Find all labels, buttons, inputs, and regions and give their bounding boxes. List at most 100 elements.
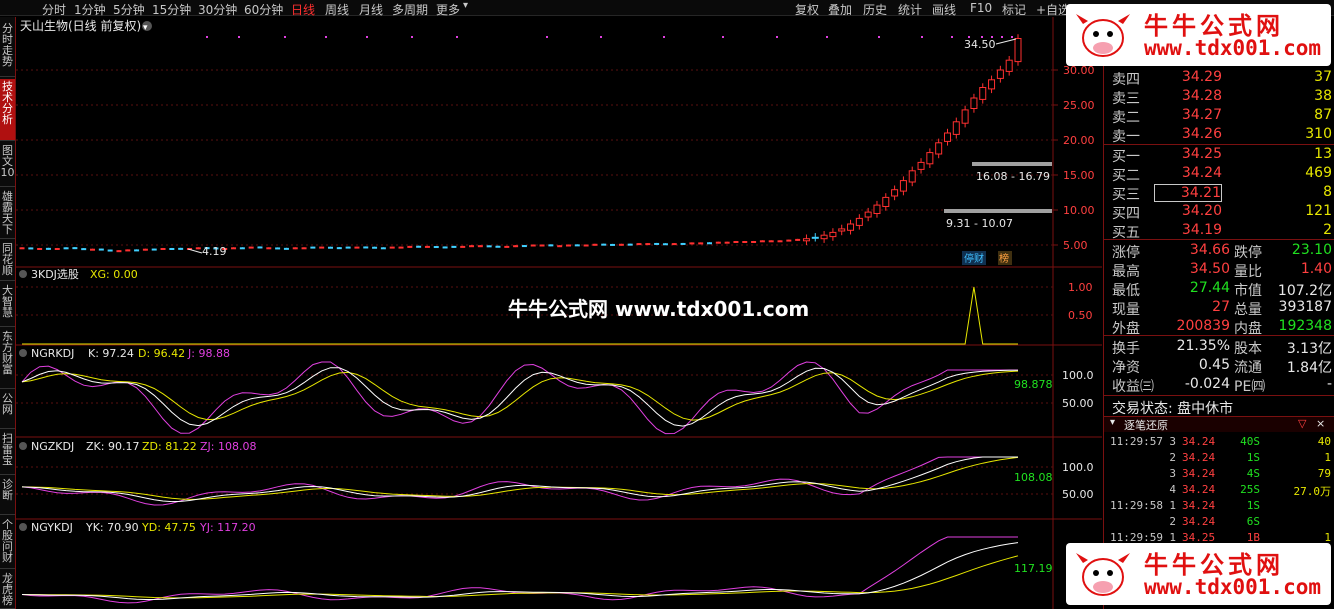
bid-volume: 469 bbox=[1305, 165, 1332, 181]
candle-body bbox=[530, 244, 536, 247]
candle-body bbox=[610, 243, 616, 246]
high-price-label: 34.50 bbox=[964, 38, 996, 51]
ngz-legend-d: ZD: 81.22 bbox=[142, 440, 197, 453]
center-watermark: 牛牛公式网 www.tdx001.com bbox=[508, 297, 810, 321]
candle-body bbox=[795, 238, 801, 241]
bid-row[interactable]: 买三 34.21 8 bbox=[1104, 183, 1334, 203]
candle-body bbox=[372, 246, 378, 249]
candle-body bbox=[680, 242, 686, 245]
tab-15min[interactable]: 15分钟 bbox=[152, 1, 191, 18]
ask-price: 34.27 bbox=[1181, 107, 1222, 123]
candle-body bbox=[407, 245, 413, 248]
stats-button[interactable]: 统计 bbox=[898, 1, 922, 18]
candle-body bbox=[248, 246, 254, 249]
bid-label: 买四 bbox=[1112, 206, 1140, 222]
ask-row[interactable]: 卖三 34.28 38 bbox=[1104, 87, 1334, 107]
ask-row[interactable]: 卖二 34.27 87 bbox=[1104, 106, 1334, 126]
ngy-legend-d: YD: 47.75 bbox=[141, 521, 196, 534]
bid-volume: 13 bbox=[1314, 146, 1332, 162]
bid-row[interactable]: 买四 34.20 121 bbox=[1104, 202, 1334, 222]
price-tick-label: 15.00 bbox=[1063, 169, 1095, 182]
candle-body bbox=[310, 246, 316, 249]
candle-body bbox=[37, 248, 43, 250]
candle-body bbox=[257, 246, 263, 249]
history-button[interactable]: 历史 bbox=[863, 1, 887, 18]
left-tab-gongwang[interactable]: 公网 bbox=[0, 391, 15, 429]
high-pointer bbox=[995, 38, 1017, 45]
ngr-legend-k: K: 97.24 bbox=[88, 347, 134, 360]
tab-daily[interactable]: 日线 bbox=[291, 1, 315, 18]
candle-body bbox=[1005, 59, 1013, 72]
close-icon[interactable]: × bbox=[1316, 417, 1325, 430]
tab-60min[interactable]: 60分钟 bbox=[244, 1, 283, 18]
stat-label: 最高 bbox=[1112, 264, 1140, 280]
candle-body bbox=[231, 247, 237, 250]
add-watchlist-button[interactable]: +自选 bbox=[1036, 1, 1070, 18]
mark-button[interactable]: 标记 bbox=[1002, 1, 1026, 18]
ngz-axis: 100.0 50.00 bbox=[16, 461, 1094, 501]
candle-body bbox=[689, 242, 695, 245]
candle-body bbox=[380, 247, 386, 250]
left-tab-ths[interactable]: 同花顺 bbox=[0, 241, 15, 281]
price-tick-label: 5.00 bbox=[1063, 239, 1088, 252]
left-tab-zhenduan[interactable]: 诊断 bbox=[0, 477, 15, 515]
tick-volume: 1S bbox=[1246, 499, 1260, 512]
overlay-button[interactable]: 叠加 bbox=[828, 1, 852, 18]
watermark-bottom: 牛牛公式网 www.tdx001.com bbox=[1066, 543, 1331, 605]
left-tab-dzh[interactable]: 大智慧 bbox=[0, 283, 15, 327]
tick-header[interactable]: ▾ 逐笔还原 ▽ × bbox=[1104, 417, 1334, 432]
stat-label: 最低 bbox=[1112, 283, 1140, 299]
candle-body bbox=[460, 245, 466, 248]
candle-body bbox=[802, 238, 810, 242]
tab-5min[interactable]: 5分钟 bbox=[113, 1, 145, 18]
left-tab-xiongba[interactable]: 雄霸天下 bbox=[0, 189, 15, 239]
bid-price: 34.19 bbox=[1181, 222, 1222, 238]
ask-label: 卖一 bbox=[1112, 129, 1140, 145]
quote-panel: 卖四 34.29 37 卖三 34.28 38 卖二 34.27 87 卖一 34.26 310 买一… bbox=[1103, 17, 1334, 609]
tick-count: 2 bbox=[1169, 515, 1176, 528]
candle-body bbox=[513, 245, 519, 248]
more-menu[interactable]: 更多 bbox=[436, 1, 460, 18]
left-tab-fenshi[interactable]: 分时走势 bbox=[0, 21, 15, 77]
candle-body bbox=[389, 246, 395, 249]
tab-fenshi[interactable]: 分时 bbox=[42, 1, 66, 18]
f10-button[interactable]: F10 bbox=[970, 1, 992, 15]
stat-label-2: 股本 bbox=[1234, 341, 1262, 357]
left-tab-tech[interactable]: 技术分析 bbox=[0, 79, 15, 141]
ngz-d-line bbox=[21, 456, 1019, 500]
left-tab-tuwen[interactable]: 图文10 bbox=[0, 143, 15, 187]
tab-multi-period[interactable]: 多周期 bbox=[392, 1, 428, 18]
left-tab-saolei[interactable]: 扫雷宝 bbox=[0, 431, 15, 475]
ngy-dropdown-icon[interactable] bbox=[19, 523, 27, 531]
kdj3-dropdown-icon[interactable] bbox=[19, 270, 27, 278]
signal-dot bbox=[1001, 36, 1003, 38]
tick-extra: 27.0万 bbox=[1293, 485, 1332, 498]
left-tab-lhb[interactable]: 龙虎榜 bbox=[0, 571, 15, 609]
tab-monthly[interactable]: 月线 bbox=[359, 1, 383, 18]
tab-30min[interactable]: 30分钟 bbox=[198, 1, 237, 18]
candle-body bbox=[996, 69, 1004, 79]
tab-weekly[interactable]: 周线 bbox=[325, 1, 349, 18]
chevron-down-icon[interactable]: ▾ bbox=[463, 0, 468, 11]
left-tab-dfcf[interactable]: 东方财富 bbox=[0, 329, 15, 389]
stat-value: 21.35% bbox=[1176, 338, 1230, 354]
candle-body bbox=[116, 250, 122, 253]
signal-dot bbox=[456, 36, 458, 38]
fuquan-button[interactable]: 复权 bbox=[795, 1, 819, 18]
tab-1min[interactable]: 1分钟 bbox=[74, 1, 106, 18]
bid-row[interactable]: 买五 34.19 2 bbox=[1104, 221, 1334, 241]
candle-body bbox=[424, 245, 430, 248]
filter-icon[interactable]: ▽ bbox=[1298, 417, 1306, 430]
ask-row[interactable]: 卖四 34.29 37 bbox=[1104, 68, 1334, 88]
ask-row[interactable]: 卖一 34.26 310 bbox=[1104, 125, 1334, 145]
left-tab-wencai[interactable]: 个股问财 bbox=[0, 517, 15, 569]
bid-row[interactable]: 买一 34.25 13 bbox=[1104, 145, 1334, 165]
signal-dot bbox=[981, 36, 983, 38]
draw-line-button[interactable]: 画线 bbox=[932, 1, 956, 18]
ngz-dropdown-icon[interactable] bbox=[19, 442, 27, 450]
tick-extra: 40 bbox=[1317, 435, 1331, 448]
candle-body bbox=[751, 241, 757, 243]
bid-row[interactable]: 买二 34.24 469 bbox=[1104, 164, 1334, 184]
ngr-dropdown-icon[interactable] bbox=[19, 349, 27, 357]
tick-header-label: 逐笔还原 bbox=[1124, 419, 1168, 432]
